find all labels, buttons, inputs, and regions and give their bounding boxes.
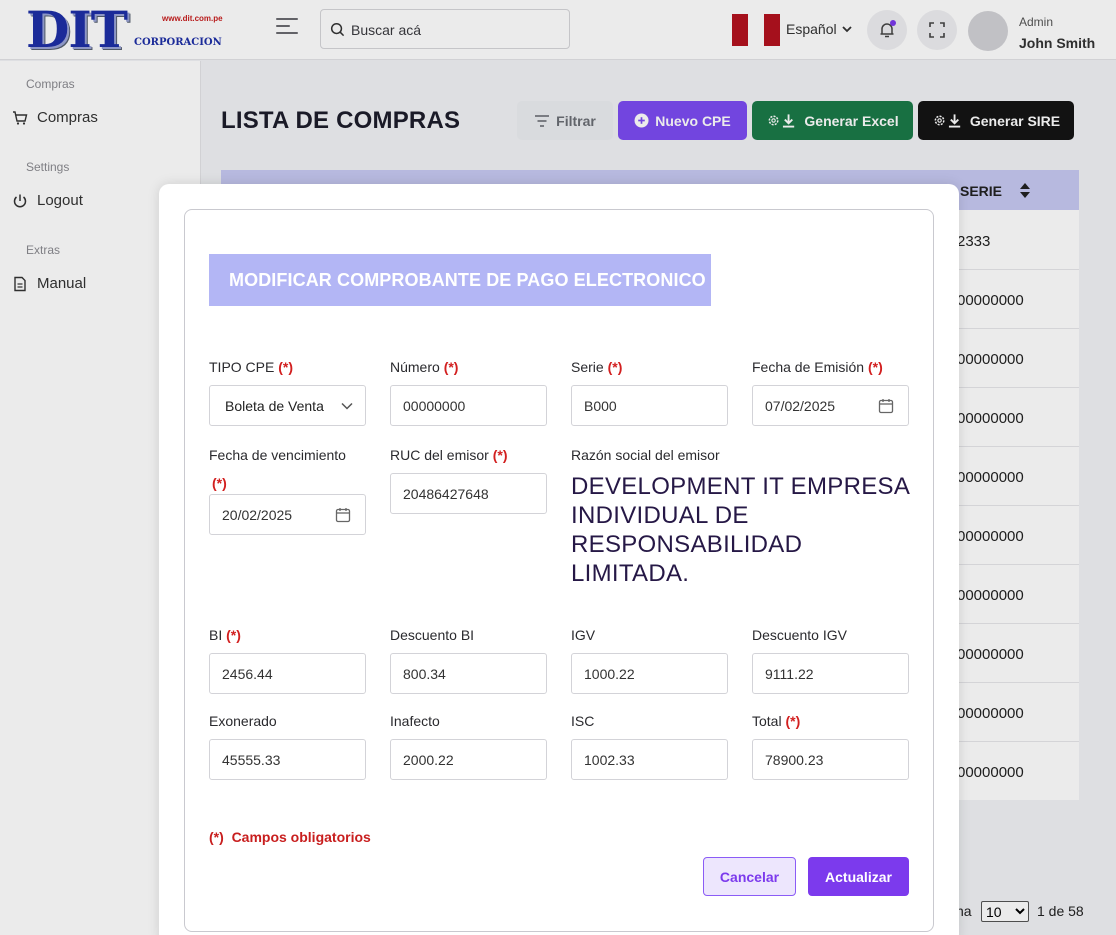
- required-mark: (*): [226, 627, 241, 643]
- total-label: Total (*): [752, 713, 800, 729]
- label-text: RUC del emisor: [390, 447, 489, 463]
- bi-label: BI (*): [209, 627, 241, 643]
- razon-social-label: Razón social del emisor: [571, 447, 720, 463]
- modal-title: MODIFICAR COMPROBANTE DE PAGO ELECTRONIC…: [209, 254, 711, 306]
- igv-label: IGV: [571, 627, 596, 643]
- required-mark: (*): [867, 359, 883, 375]
- ruc-emisor-input[interactable]: [390, 473, 547, 514]
- tipo-cpe-select[interactable]: Boleta de Venta: [209, 385, 366, 426]
- igv-input[interactable]: [571, 653, 728, 694]
- serie-label: Serie (*): [571, 359, 622, 375]
- label-text: BI: [209, 627, 223, 643]
- tipo-cpe-label: TIPO CPE (*): [209, 359, 293, 375]
- isc-label: ISC: [571, 713, 595, 729]
- required-mark: (*): [785, 713, 801, 729]
- exonerado-input[interactable]: [209, 739, 366, 780]
- label-text: Total: [752, 713, 782, 729]
- total-input[interactable]: [752, 739, 909, 780]
- inafecto-input[interactable]: [390, 739, 547, 780]
- calendar-icon[interactable]: [335, 507, 351, 523]
- required-mark: (*): [278, 359, 294, 375]
- fecha-emision-value: 07/02/2025: [765, 398, 836, 414]
- descuento-bi-input[interactable]: [390, 653, 547, 694]
- descuento-igv-label: Descuento IGV: [752, 627, 847, 643]
- label-text: Fecha de Emisión: [752, 359, 865, 375]
- serie-input[interactable]: [571, 385, 728, 426]
- calendar-icon[interactable]: [878, 398, 894, 414]
- fecha-vencimiento-value: 20/02/2025: [222, 507, 293, 523]
- required-mark: (*): [443, 359, 459, 375]
- required-mark: (*): [607, 359, 623, 375]
- required-note-text: Campos obligatorios: [231, 829, 371, 845]
- descuento-igv-input[interactable]: [752, 653, 909, 694]
- required-mark: (*): [209, 829, 224, 845]
- update-button[interactable]: Actualizar: [808, 857, 909, 896]
- numero-label: Número (*): [390, 359, 458, 375]
- exonerado-label: Exonerado: [209, 713, 277, 729]
- bi-input[interactable]: [209, 653, 366, 694]
- label-text: Serie: [571, 359, 604, 375]
- tipo-cpe-value: Boleta de Venta: [225, 398, 324, 414]
- fecha-emision-input[interactable]: 07/02/2025: [752, 385, 909, 426]
- descuento-bi-label: Descuento BI: [390, 627, 475, 643]
- required-mark: (*): [212, 475, 227, 491]
- fecha-vencimiento-input[interactable]: 20/02/2025: [209, 494, 366, 535]
- fecha-vencimiento-label: Fecha de vencimiento: [209, 447, 346, 463]
- razon-social-value: DEVELOPMENT IT EMPRESA INDIVIDUAL DE RES…: [571, 473, 909, 587]
- label-text: TIPO CPE: [209, 359, 275, 375]
- fecha-emision-label: Fecha de Emisión (*): [752, 359, 883, 375]
- inafecto-label: Inafecto: [390, 713, 440, 729]
- required-fields-note: (*) Campos obligatorios: [209, 829, 371, 845]
- chevron-down-icon: [341, 402, 353, 410]
- ruc-emisor-label: RUC del emisor (*): [390, 447, 507, 463]
- label-text: Número: [390, 359, 440, 375]
- isc-input[interactable]: [571, 739, 728, 780]
- numero-input[interactable]: [390, 385, 547, 426]
- required-mark: (*): [492, 447, 508, 463]
- cancel-button[interactable]: Cancelar: [703, 857, 796, 896]
